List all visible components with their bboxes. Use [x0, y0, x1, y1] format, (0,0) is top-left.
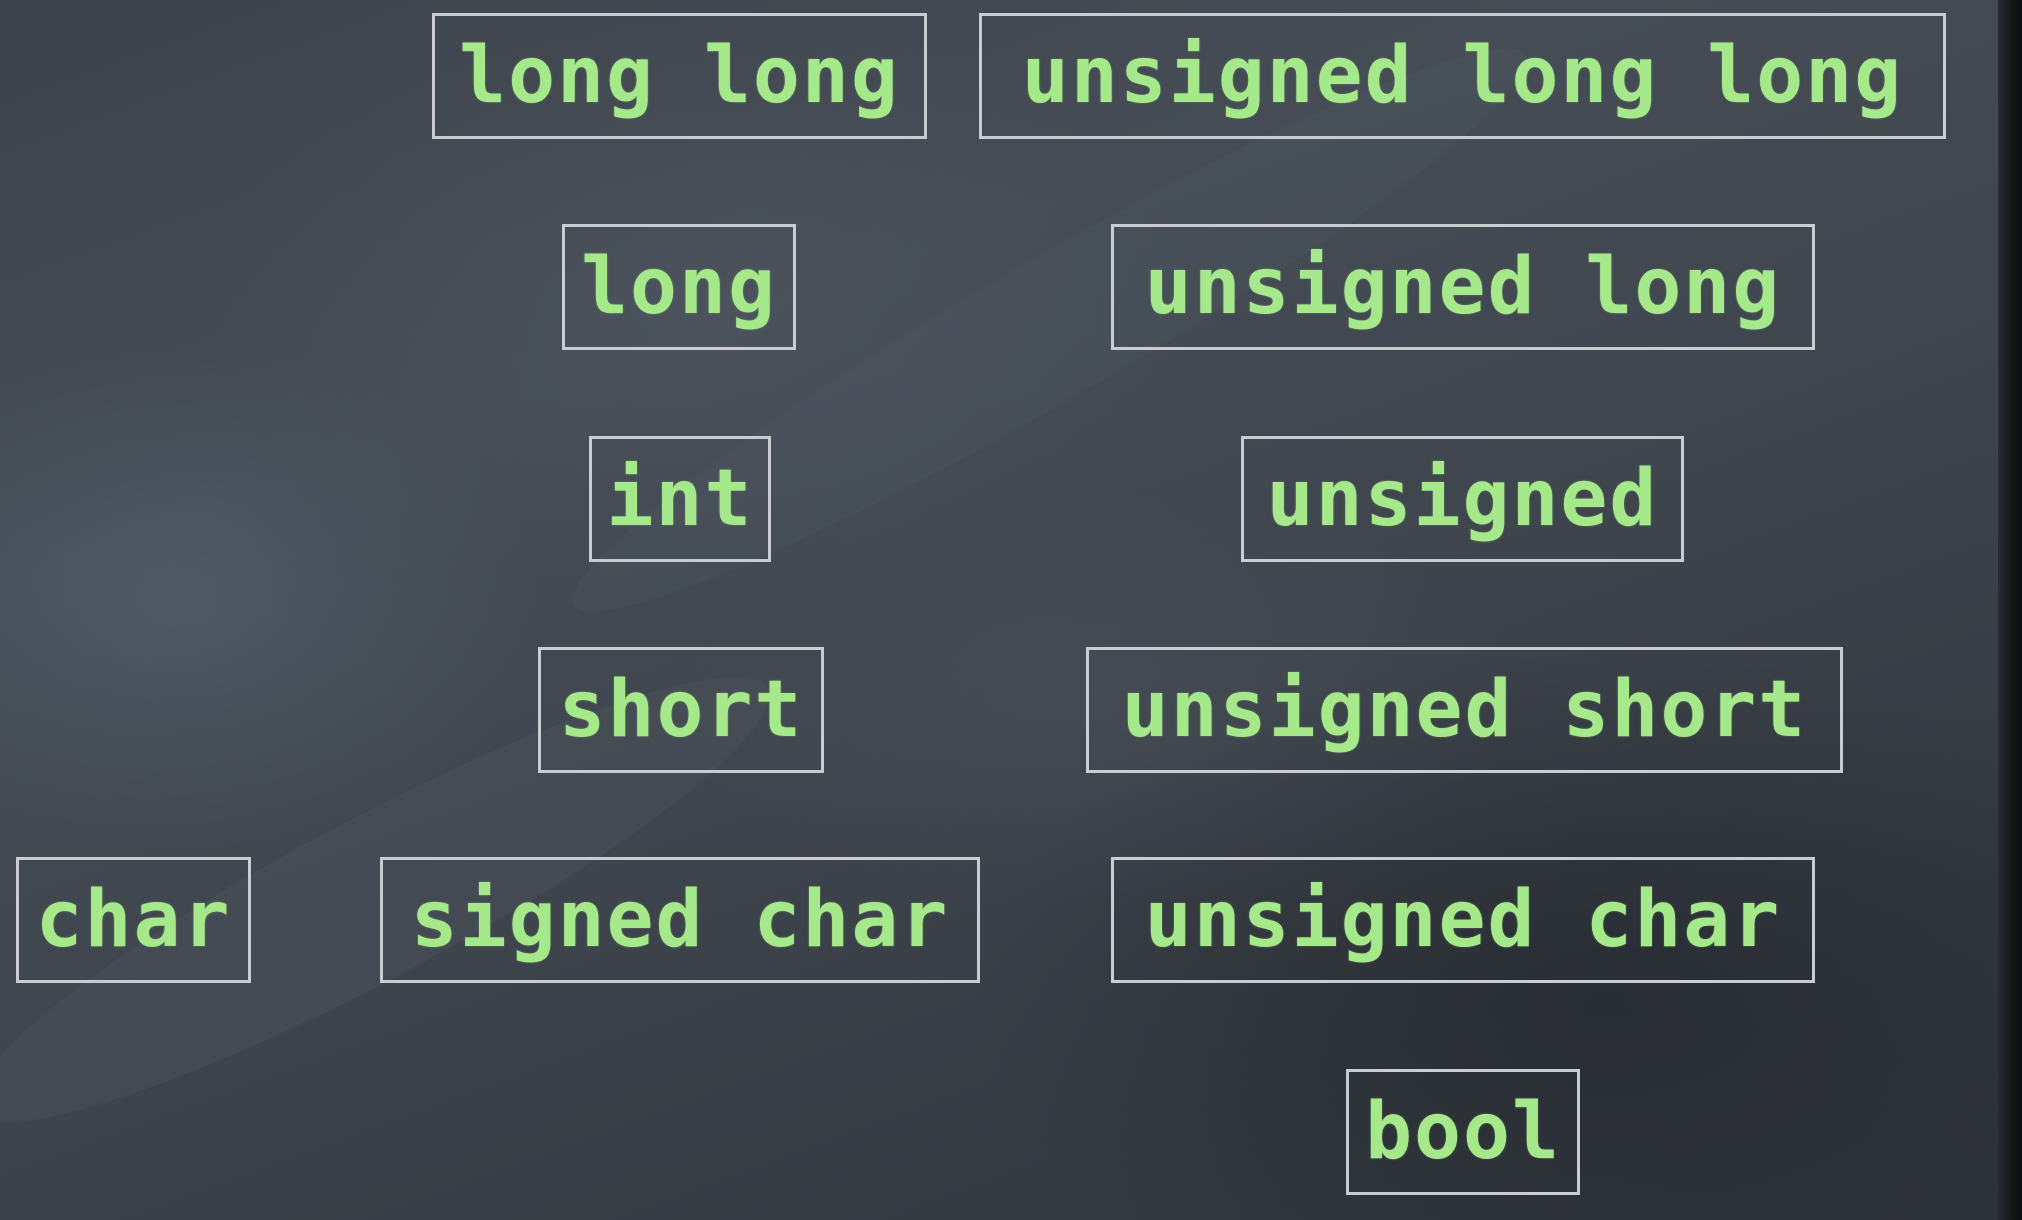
type-label: signed char [410, 875, 950, 965]
type-unsigned: unsigned [1241, 436, 1684, 562]
type-label: long long [459, 31, 900, 121]
type-label: long [581, 242, 777, 332]
type-bool: bool [1346, 1069, 1580, 1195]
type-long-long: long long [432, 13, 927, 139]
type-label: int [606, 454, 754, 544]
type-char: char [16, 857, 251, 983]
type-unsigned-short: unsigned short [1086, 647, 1843, 773]
type-label: char [35, 875, 232, 965]
type-label: unsigned long long [1021, 31, 1904, 121]
type-label: short [558, 665, 804, 755]
type-label: unsigned short [1121, 665, 1808, 755]
type-short: short [538, 647, 824, 773]
type-unsigned-char: unsigned char [1111, 857, 1815, 983]
type-signed-char: signed char [380, 857, 980, 983]
type-int: int [589, 436, 771, 562]
type-long: long [562, 224, 796, 350]
chalkboard-slide: long long unsigned long long long unsign… [0, 0, 1998, 1220]
type-label: bool [1365, 1087, 1561, 1177]
type-label: unsigned [1266, 454, 1659, 544]
type-label: unsigned long [1144, 242, 1782, 332]
type-unsigned-long-long: unsigned long long [979, 13, 1946, 139]
type-unsigned-long: unsigned long [1111, 224, 1815, 350]
type-label: unsigned char [1144, 875, 1782, 965]
video-frame-edge [1998, 0, 2022, 1220]
